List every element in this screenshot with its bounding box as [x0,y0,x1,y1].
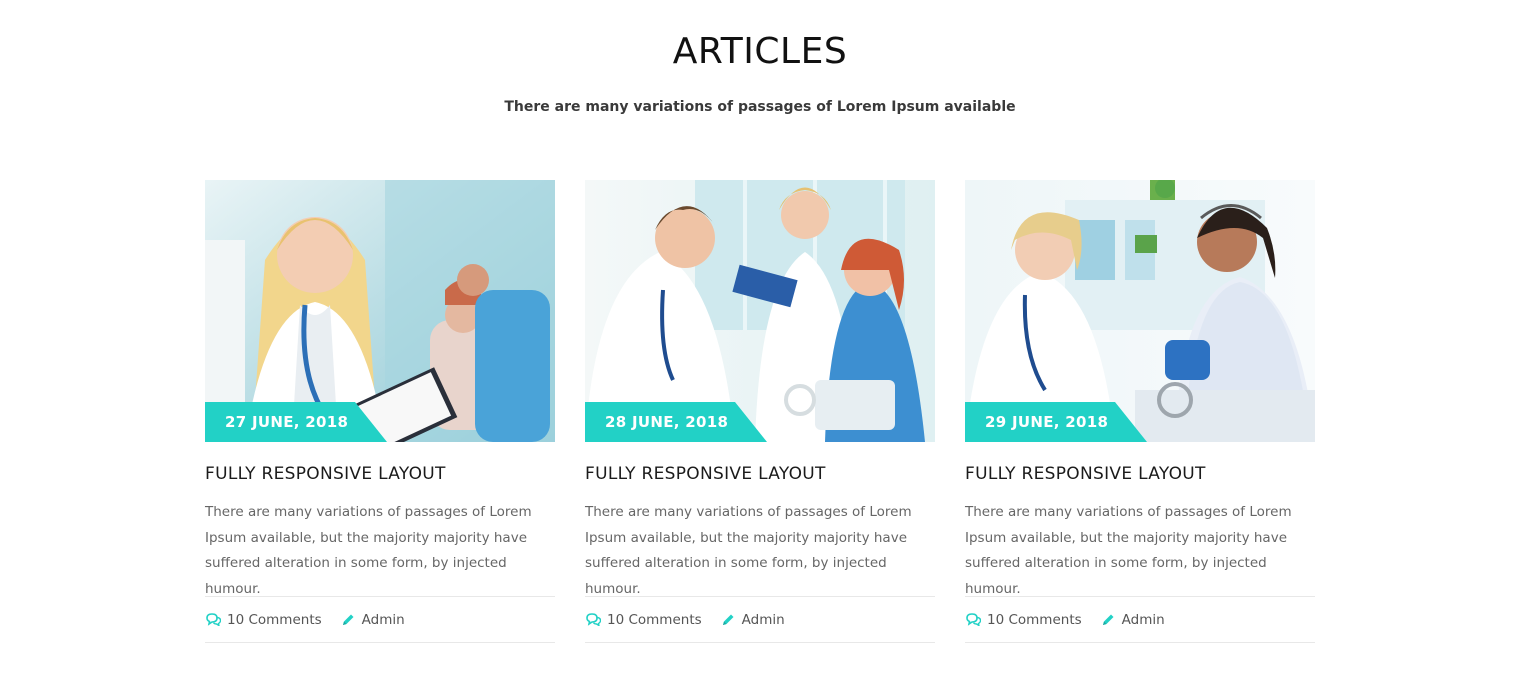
author-link[interactable]: Admin [340,612,405,628]
comments-icon [205,612,221,628]
article-card[interactable]: 27 JUNE, 2018 FULLY RESPONSIVE LAYOUT Th… [205,180,555,643]
date-badge: 28 JUNE, 2018 [585,402,767,442]
comments-count: 10 Comments [227,611,322,628]
article-title[interactable]: FULLY RESPONSIVE LAYOUT [965,463,1206,485]
article-image[interactable]: 29 JUNE, 2018 [965,180,1315,442]
section-subtitle: There are many variations of passages of… [504,99,1016,115]
author-link[interactable]: Admin [720,612,785,628]
comments-link[interactable]: 10 Comments [965,612,1082,628]
article-excerpt: There are many variations of passages of… [205,504,532,597]
article-meta: 10 Comments Admin [205,596,555,643]
pencil-icon [720,612,736,628]
comments-icon [585,612,601,628]
author-name: Admin [1121,611,1165,628]
article-meta: 10 Comments Admin [965,596,1315,643]
pencil-icon [340,612,356,628]
article-title[interactable]: FULLY RESPONSIVE LAYOUT [585,463,826,485]
article-image[interactable]: 27 JUNE, 2018 [205,180,555,442]
article-meta: 10 Comments Admin [585,596,935,643]
comments-count: 10 Comments [607,611,702,628]
section-title: ARTICLES [672,31,848,72]
article-title[interactable]: FULLY RESPONSIVE LAYOUT [205,463,446,485]
article-card[interactable]: 29 JUNE, 2018 FULLY RESPONSIVE LAYOUT Th… [965,180,1315,643]
pencil-icon [1100,612,1116,628]
article-excerpt: There are many variations of passages of… [965,504,1292,597]
article-excerpt: There are many variations of passages of… [585,504,912,597]
author-link[interactable]: Admin [1100,612,1165,628]
author-name: Admin [741,611,785,628]
comments-link[interactable]: 10 Comments [205,612,322,628]
comments-icon [965,612,981,628]
date-badge: 29 JUNE, 2018 [965,402,1147,442]
comments-count: 10 Comments [987,611,1082,628]
comments-link[interactable]: 10 Comments [585,612,702,628]
article-image[interactable]: 28 JUNE, 2018 [585,180,935,442]
date-badge: 27 JUNE, 2018 [205,402,387,442]
author-name: Admin [361,611,405,628]
article-card[interactable]: 28 JUNE, 2018 FULLY RESPONSIVE LAYOUT Th… [585,180,935,643]
